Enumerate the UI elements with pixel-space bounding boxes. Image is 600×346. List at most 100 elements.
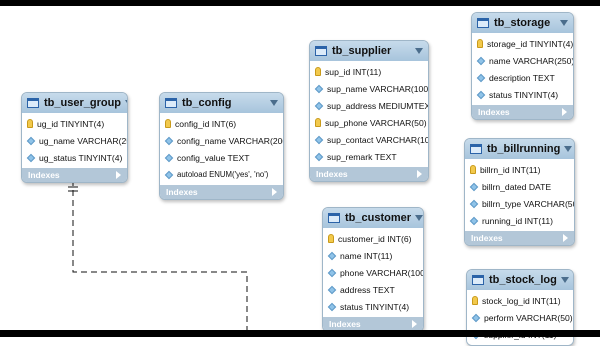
table-header[interactable]: tb_user_group [22, 93, 127, 113]
expand-arrow-icon[interactable] [417, 170, 422, 178]
column-label: storage_id TINYINT(4) [487, 38, 574, 49]
column-row[interactable]: autoload ENUM('yes', 'no') [160, 166, 283, 183]
column-label: address TEXT [340, 284, 395, 295]
table-tb_user_group[interactable]: tb_user_group ug_id TINYINT(4) ug_name V… [21, 92, 128, 183]
column-row[interactable]: billrn_dated DATE [465, 178, 574, 195]
column-row[interactable]: sup_id INT(11) [310, 63, 428, 80]
table-header[interactable]: tb_config [160, 93, 283, 113]
column-row[interactable]: sup_name VARCHAR(100) [310, 80, 428, 97]
expand-arrow-icon[interactable] [563, 234, 568, 242]
column-row[interactable]: running_id INT(11) [465, 212, 574, 229]
table-icon [315, 46, 327, 56]
column-diamond-icon [26, 153, 36, 162]
table-icon [328, 213, 340, 223]
collapse-toggle-icon[interactable] [560, 20, 568, 26]
column-row[interactable]: name VARCHAR(250) [472, 52, 573, 69]
expand-arrow-icon[interactable] [562, 108, 567, 116]
column-row[interactable]: ug_status TINYINT(4) [22, 149, 127, 166]
table-name: tb_storage [494, 17, 551, 29]
column-row[interactable]: config_value TEXT [160, 149, 283, 166]
collapse-toggle-icon[interactable] [560, 277, 569, 283]
column-diamond-icon [164, 170, 174, 179]
column-label: billrn_dated DATE [482, 181, 552, 192]
column-label: sup_remark TEXT [327, 151, 397, 162]
table-name: tb_user_group [44, 97, 122, 109]
indexes-section[interactable]: Indexes [465, 231, 574, 245]
column-label: sup_name VARCHAR(100) [327, 83, 429, 94]
primary-key-icon [477, 39, 483, 48]
column-label: name VARCHAR(250) [489, 55, 574, 66]
column-row[interactable]: sup_remark TEXT [310, 148, 428, 165]
column-label: name INT(11) [340, 250, 393, 261]
table-header[interactable]: tb_billrunning [465, 139, 574, 159]
column-diamond-icon [469, 199, 479, 208]
expand-arrow-icon[interactable] [272, 188, 277, 196]
column-row[interactable]: name INT(11) [323, 247, 423, 264]
column-row[interactable]: phone VARCHAR(100) [323, 264, 423, 281]
column-label: perform VARCHAR(50) [484, 312, 573, 323]
primary-key-icon [165, 119, 171, 128]
indexes-section[interactable]: Indexes [323, 317, 423, 331]
primary-key-icon [315, 67, 321, 76]
column-row[interactable]: storage_id TINYINT(4) [472, 35, 573, 52]
column-label: stock_log_id INT(11) [482, 295, 561, 306]
column-row[interactable]: address TEXT [323, 281, 423, 298]
primary-key-icon [27, 119, 33, 128]
column-row[interactable]: sup_phone VARCHAR(50) [310, 114, 428, 131]
indexes-label: Indexes [471, 233, 503, 243]
column-label: description TEXT [489, 72, 555, 83]
table-name: tb_supplier [332, 45, 392, 57]
table-tb_storage[interactable]: tb_storage storage_id TINYINT(4) name VA… [471, 12, 574, 120]
column-label: config_id INT(6) [175, 118, 237, 129]
table-tb_customer[interactable]: tb_customer customer_id INT(6) name INT(… [322, 207, 424, 332]
column-diamond-icon [314, 135, 324, 144]
table-icon [470, 144, 482, 154]
column-row[interactable]: sup_address MEDIUMTEXT [310, 97, 428, 114]
column-diamond-icon [469, 182, 479, 191]
table-tb_billrunning[interactable]: tb_billrunning billrn_id INT(11) billrn_… [464, 138, 575, 246]
column-row[interactable]: ug_id TINYINT(4) [22, 115, 127, 132]
column-row[interactable]: config_id INT(6) [160, 115, 283, 132]
column-label: sup_contact VARCHAR(100) [327, 134, 429, 145]
table-header[interactable]: tb_stock_log [467, 270, 573, 290]
column-row[interactable]: perform VARCHAR(50) [467, 309, 573, 326]
collapse-toggle-icon[interactable] [270, 100, 278, 106]
table-header[interactable]: tb_customer [323, 208, 423, 228]
column-row[interactable]: config_name VARCHAR(200) [160, 132, 283, 149]
table-name: tb_config [182, 97, 232, 109]
table-header[interactable]: tb_supplier [310, 41, 428, 61]
column-label: config_name VARCHAR(200) [177, 135, 284, 146]
collapse-toggle-icon[interactable] [415, 215, 423, 221]
indexes-section[interactable]: Indexes [160, 185, 283, 199]
column-diamond-icon [164, 153, 174, 162]
table-tb_supplier[interactable]: tb_supplier sup_id INT(11) sup_name VARC… [309, 40, 429, 182]
column-row[interactable]: status TINYINT(4) [472, 86, 573, 103]
column-diamond-icon [327, 251, 337, 260]
column-row[interactable]: status TINYINT(4) [323, 298, 423, 315]
column-row[interactable]: description TEXT [472, 69, 573, 86]
column-row[interactable]: billrn_type VARCHAR(50) [465, 195, 574, 212]
indexes-section[interactable]: Indexes [22, 168, 127, 182]
expand-arrow-icon[interactable] [116, 171, 121, 179]
table-tb_config[interactable]: tb_config config_id INT(6) config_name V… [159, 92, 284, 200]
column-row[interactable]: billrn_id INT(11) [465, 161, 574, 178]
primary-key-icon [470, 165, 476, 174]
table-icon [165, 98, 177, 108]
column-row[interactable]: stock_log_id INT(11) [467, 292, 573, 309]
column-diamond-icon [469, 216, 479, 225]
collapse-toggle-icon[interactable] [564, 146, 573, 152]
column-row[interactable]: sup_contact VARCHAR(100) [310, 131, 428, 148]
table-header[interactable]: tb_storage [472, 13, 573, 33]
relation-line-user-group [72, 180, 248, 331]
expand-arrow-icon[interactable] [412, 320, 417, 328]
indexes-section[interactable]: Indexes [472, 105, 573, 119]
collapse-toggle-icon[interactable] [125, 100, 127, 106]
column-row[interactable]: ug_name VARCHAR(250) [22, 132, 127, 149]
column-diamond-icon [476, 56, 486, 65]
column-label: running_id INT(11) [482, 215, 554, 226]
column-label: phone VARCHAR(100) [340, 267, 424, 278]
column-row[interactable]: customer_id INT(6) [323, 230, 423, 247]
column-label: billrn_id INT(11) [480, 164, 541, 175]
indexes-section[interactable]: Indexes [310, 167, 428, 181]
collapse-toggle-icon[interactable] [415, 48, 423, 54]
